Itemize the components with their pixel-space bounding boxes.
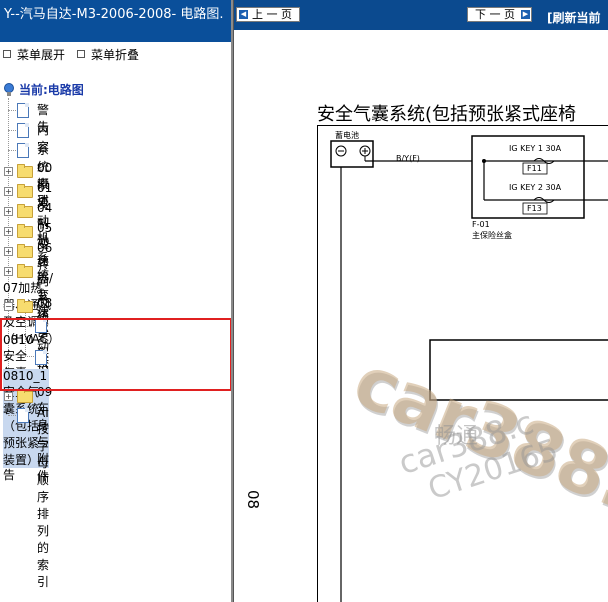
tree-line — [8, 130, 16, 131]
expand-menu-button[interactable]: 菜单展开 — [3, 46, 65, 63]
folder-icon — [17, 164, 33, 178]
expand-icon[interactable]: + — [4, 207, 13, 216]
expand-icon[interactable]: + — [4, 392, 13, 401]
document-icon — [17, 123, 29, 138]
expand-menu-label: 菜单展开 — [17, 48, 66, 62]
folder-icon — [17, 244, 33, 258]
collapse-menu-button[interactable]: 菜单折叠 — [77, 46, 139, 63]
folder-icon — [17, 224, 33, 238]
collapse-menu-label: 菜单折叠 — [91, 48, 140, 62]
fuse-box-name: 主保险丝盒 — [472, 231, 512, 240]
fuse1-label: IG KEY 1 30A — [509, 144, 562, 153]
tree-item-ai-index[interactable]: AI按字母顺序排列的索引 — [37, 406, 49, 590]
expand-icon[interactable]: + — [4, 187, 13, 196]
folder-icon — [17, 204, 33, 218]
expand-icon[interactable]: + — [4, 167, 13, 176]
fuse2-label: IG KEY 2 30A — [509, 183, 562, 192]
expand-icon[interactable]: + — [4, 227, 13, 236]
square-icon — [3, 50, 11, 58]
document-icon — [17, 408, 29, 423]
wire-color-label: B/Y(F) — [396, 154, 420, 163]
navigation-pane: Y--汽马自达-M3-2006-2008- 电路图. 菜单展开 菜单折叠 当前:… — [0, 0, 231, 602]
fuse1-code: F11 — [527, 164, 542, 173]
fuse2-code: F13 — [527, 204, 542, 213]
page-number: 08 — [244, 490, 262, 510]
tree-line — [8, 415, 16, 416]
document-title: Y--汽马自达-M3-2006-2008- 电路图. — [0, 0, 231, 42]
document-icon — [17, 143, 29, 158]
content-pane: ◀ 上 一 页 下 一 页 ▶ [刷新当前 安全气囊系统(包括预张紧式座椅 蓄电… — [234, 0, 608, 602]
component-box — [429, 339, 608, 401]
tree-line — [8, 150, 16, 151]
tree-root-label: 当前:电路图 — [19, 83, 84, 97]
expand-icon[interactable]: + — [4, 247, 13, 256]
folder-icon — [17, 184, 33, 198]
globe-user-icon — [4, 83, 14, 96]
fuse-box-id: F-01 — [472, 220, 490, 229]
square-icon — [77, 50, 85, 58]
wiring-diagram — [330, 135, 608, 602]
tree-line — [8, 110, 16, 111]
open-folder-icon — [17, 299, 33, 313]
battery-label: 蓄电池 — [335, 131, 359, 140]
document-icon — [17, 103, 29, 118]
collapse-icon[interactable]: − — [4, 302, 13, 311]
expand-icon[interactable]: + — [4, 267, 13, 276]
folder-icon — [17, 264, 33, 278]
folder-icon — [17, 389, 33, 403]
highlight-box — [0, 318, 231, 391]
